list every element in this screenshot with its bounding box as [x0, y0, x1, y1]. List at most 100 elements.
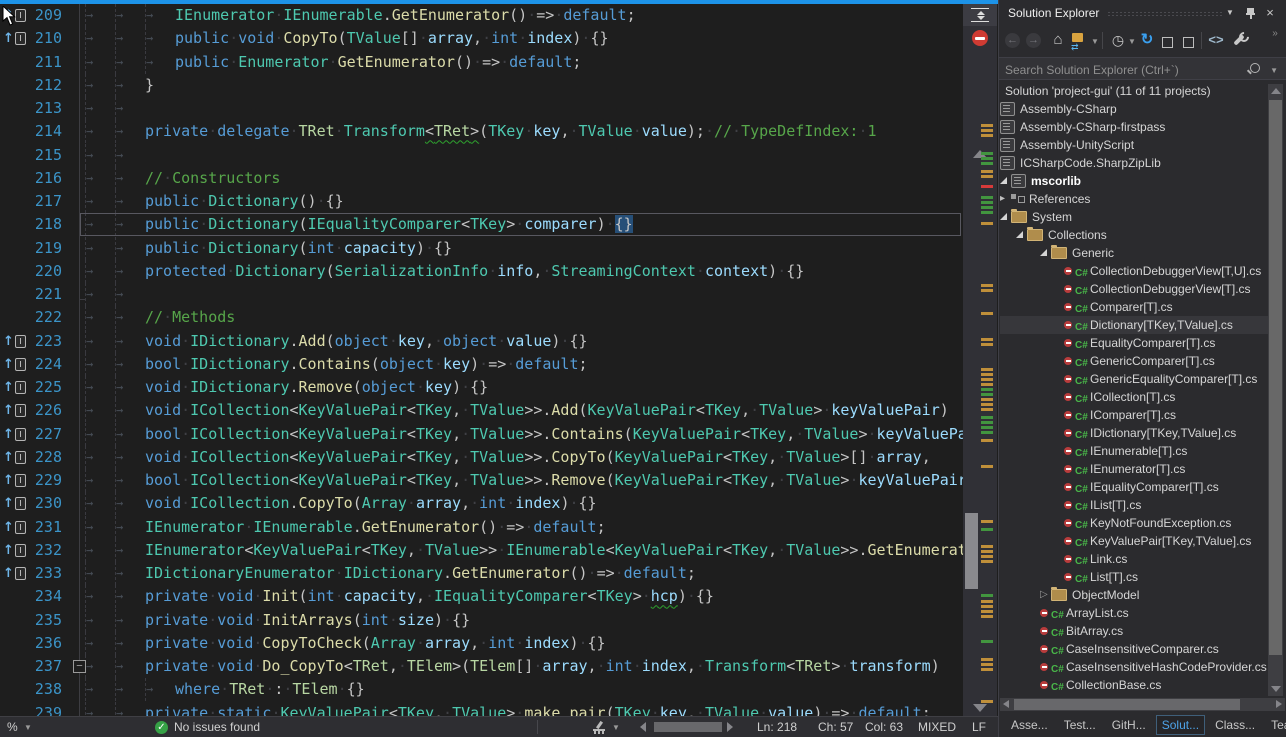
tree-file-row[interactable]: C#IEqualityComparer[T].cs [1000, 478, 1268, 496]
line-number[interactable]: 225 [18, 376, 62, 399]
properties-wrench-icon[interactable] [1229, 31, 1247, 49]
tree-row[interactable]: Assembly-CSharp [1000, 100, 1268, 118]
tree-row[interactable]: Assembly-CSharp-firstpass [1000, 118, 1268, 136]
line-number[interactable]: 238 [18, 678, 62, 701]
line-number[interactable]: 229 [18, 469, 62, 492]
line-number[interactable]: 215 [18, 144, 62, 167]
tree-file-row[interactable]: C#CollectionBase.cs [1000, 676, 1268, 694]
health-status-text[interactable]: No issues found [174, 717, 260, 737]
tree-scroll-right-icon[interactable] [1276, 700, 1282, 708]
line-number[interactable]: 223 [18, 330, 62, 353]
code-line[interactable]: ↑I230→→void·ICollection.CopyTo(Array·arr… [0, 492, 963, 515]
code-line[interactable]: 215→→ [0, 144, 963, 167]
code-line[interactable]: 217→→public·Dictionary()·{} [0, 190, 963, 213]
line-number[interactable]: 216 [18, 167, 62, 190]
code-line[interactable]: 216→→//·Constructors [0, 167, 963, 190]
code-line[interactable]: 238→→→where·TRet·:·TElem·{} [0, 678, 963, 701]
code-line[interactable]: 222→→//·Methods [0, 306, 963, 329]
line-number[interactable]: 213 [18, 97, 62, 120]
line-number[interactable]: 224 [18, 353, 62, 376]
tree-file-row[interactable]: C#IEnumerable[T].cs [1000, 442, 1268, 460]
code-line[interactable]: ↑I232→→IEnumerator<KeyValuePair<TKey,·TV… [0, 539, 963, 562]
code-line[interactable]: 237–→→private·void·Do_CopyTo<TRet,·TElem… [0, 655, 963, 678]
line-number[interactable]: 234 [18, 585, 62, 608]
line-number[interactable]: 218 [18, 213, 62, 236]
code-line[interactable]: 221→→ [0, 283, 963, 306]
code-line[interactable]: ↑I210→→→public·void·CopyTo(TValue[]·arra… [0, 27, 963, 50]
tree-file-row[interactable]: C#List[T].cs [1000, 568, 1268, 586]
code-line[interactable]: 236→→private·void·CopyToCheck(Array·arra… [0, 632, 963, 655]
code-line[interactable]: 213→→ [0, 97, 963, 120]
tree-row[interactable]: Generic [1000, 244, 1268, 262]
status-char-number[interactable]: Ch: 57 [818, 717, 853, 737]
cleanup-dropdown-icon[interactable]: ▼ [612, 718, 620, 737]
tree-file-row[interactable]: C#Comparer[T].cs [1000, 298, 1268, 316]
line-number[interactable]: 226 [18, 399, 62, 422]
tree-row[interactable]: Collections [1000, 226, 1268, 244]
tree-file-row[interactable]: C#Dictionary[TKey,TValue].cs [1000, 316, 1268, 334]
tree-file-row[interactable]: C#BitArray.cs [1000, 622, 1268, 640]
line-number[interactable]: 214 [18, 120, 62, 143]
editor-splitter-handle[interactable] [963, 4, 997, 26]
panel-tab-test[interactable]: Test... [1058, 715, 1102, 735]
tree-file-row[interactable]: C#Link.cs [1000, 550, 1268, 568]
code-line[interactable]: ↑I229→→bool·ICollection<KeyValuePair<TKe… [0, 469, 963, 492]
panel-drag-grip[interactable] [1107, 11, 1224, 17]
code-line[interactable]: 219→→public·Dictionary(int·capacity)·{} [0, 237, 963, 260]
line-number[interactable]: 220 [18, 260, 62, 283]
expander-open-icon[interactable] [1000, 213, 1007, 220]
status-line-ending[interactable]: LF [972, 717, 986, 737]
switch-views-icon[interactable]: ⇄ [1070, 31, 1088, 49]
code-line[interactable]: 235→→private·void·InitArrays(int·size)·{… [0, 609, 963, 632]
tree-row[interactable]: mscorlib [1000, 172, 1268, 190]
document-health-error-icon[interactable] [972, 30, 988, 46]
switch-views-dropdown-icon[interactable]: ▼ [1091, 37, 1099, 46]
code-line[interactable]: 220→→protected·Dictionary(SerializationI… [0, 260, 963, 283]
code-line[interactable]: ↑I225→→void·IDictionary.Remove(object·ke… [0, 376, 963, 399]
tree-file-row[interactable]: C#IList[T].cs [1000, 496, 1268, 514]
code-line[interactable]: ↑I228→→void·ICollection<KeyValuePair<TKe… [0, 446, 963, 469]
tree-file-row[interactable]: C#CollectionDebuggerView[T,U].cs [1000, 262, 1268, 280]
tree-file-row[interactable]: C#CollectionDebuggerView[T].cs [1000, 280, 1268, 298]
window-menu-icon[interactable]: ▼ [1222, 5, 1238, 21]
tree-file-row[interactable]: C#ICollection[T].cs [1000, 388, 1268, 406]
home-icon[interactable]: ⌂ [1049, 31, 1067, 49]
expander-open-icon[interactable] [1016, 231, 1023, 238]
tree-row[interactable]: ▸References [1000, 190, 1268, 208]
panel-tab-tea[interactable]: Tea... [1265, 715, 1286, 735]
code-editor[interactable]: ↑I209→→→IEnumerator·IEnumerable.GetEnume… [0, 0, 998, 716]
tree-scroll-left-icon[interactable] [1003, 700, 1009, 708]
status-column-number[interactable]: Col: 63 [865, 717, 903, 737]
code-line[interactable]: ↑I227→→bool·ICollection<KeyValuePair<TKe… [0, 423, 963, 446]
line-number[interactable]: 237 [18, 655, 62, 678]
tree-row[interactable]: Assembly-UnityScript [1000, 136, 1268, 154]
tree-row[interactable]: System [1000, 208, 1268, 226]
collapse-all-icon[interactable] [1162, 37, 1173, 48]
status-line-number[interactable]: Ln: 218 [757, 717, 797, 737]
editor-vertical-scrollbar[interactable] [963, 4, 997, 716]
code-line[interactable]: ↑I223→→void·IDictionary.Add(object·key,·… [0, 330, 963, 353]
expander-open-icon[interactable] [1000, 177, 1007, 184]
code-line[interactable]: 211→→→public·Enumerator·GetEnumerator()·… [0, 51, 963, 74]
tree-row[interactable]: Solution 'project-gui' (11 of 11 project… [1000, 82, 1268, 100]
tree-file-row[interactable]: C#CaseInsensitiveHashCodeProvider.cs [1000, 658, 1268, 676]
expander-open-icon[interactable] [1040, 249, 1047, 256]
tree-file-row[interactable]: C#IDictionary[TKey,TValue].cs [1000, 424, 1268, 442]
pending-changes-filter-icon[interactable]: ◷ [1109, 31, 1127, 49]
code-line[interactable]: ↑I226→→void·ICollection<KeyValuePair<TKe… [0, 399, 963, 422]
expander-collapsed-icon[interactable]: ▸ [1000, 190, 1011, 208]
code-line[interactable]: 239→→private·static·KeyValuePair<TKey,·T… [0, 702, 963, 717]
tree-hscroll-thumb[interactable] [1014, 699, 1240, 710]
tree-file-row[interactable]: C#GenericEqualityComparer[T].cs [1000, 370, 1268, 388]
tree-row[interactable]: ▷ObjectModel [1000, 586, 1268, 604]
code-line[interactable]: 212→→} [0, 74, 963, 97]
panel-tab-solut[interactable]: Solut... [1156, 715, 1205, 735]
code-line[interactable]: 218→→public·Dictionary(IEqualityComparer… [0, 213, 963, 236]
code-line[interactable]: ↑I209→→→IEnumerator·IEnumerable.GetEnume… [0, 4, 963, 27]
code-lines[interactable]: ↑I209→→→IEnumerator·IEnumerable.GetEnume… [0, 4, 963, 716]
expander-collapsed-icon[interactable]: ▷ [1040, 586, 1051, 604]
line-number[interactable]: 227 [18, 423, 62, 446]
filter-dropdown-icon[interactable]: ▼ [1128, 37, 1136, 46]
tree-vertical-scrollbar[interactable] [1268, 84, 1283, 696]
line-number[interactable]: 236 [18, 632, 62, 655]
